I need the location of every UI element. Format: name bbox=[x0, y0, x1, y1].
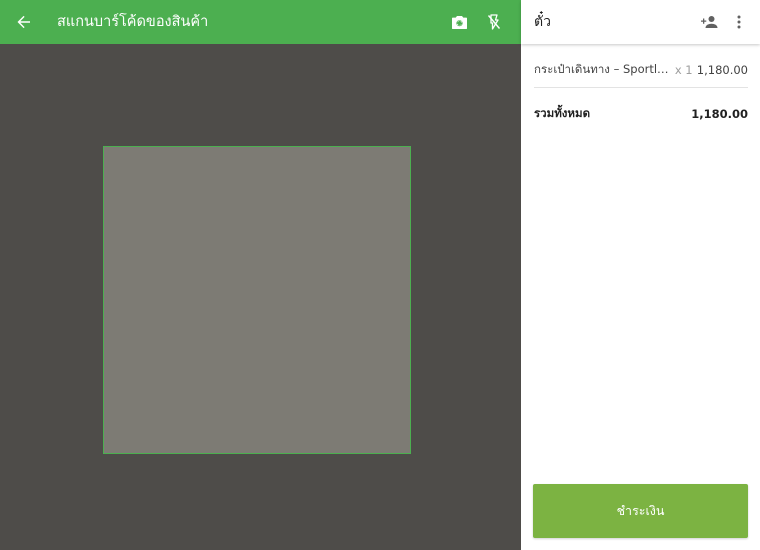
camera-switch-icon bbox=[451, 15, 467, 29]
total-value: 1,180.00 bbox=[691, 107, 748, 121]
flash-toggle-button[interactable] bbox=[476, 0, 512, 44]
barcode-scan-frame bbox=[103, 146, 411, 454]
person-add-icon bbox=[701, 16, 718, 28]
item-quantity: x 1 bbox=[674, 62, 693, 77]
item-name: กระเป๋าเดินทาง – Sportlife... bbox=[534, 61, 671, 76]
ticket-line-item[interactable]: กระเป๋าเดินทาง – Sportlife... x 1 1,180.… bbox=[534, 52, 748, 88]
switch-camera-button[interactable] bbox=[441, 0, 477, 44]
more-options-button[interactable] bbox=[721, 0, 757, 44]
flash-off-icon bbox=[487, 14, 501, 30]
camera-viewfinder bbox=[0, 44, 521, 550]
total-label: รวมทั้งหมด bbox=[534, 106, 591, 120]
ticket-title: ตั๋ว bbox=[534, 14, 551, 30]
ticket-total-row: รวมทั้งหมด 1,180.00 bbox=[534, 98, 748, 130]
item-price: 1,180.00 bbox=[696, 62, 748, 77]
charge-button[interactable]: ชำระเงิน bbox=[533, 484, 748, 538]
arrow-back-icon bbox=[17, 15, 30, 29]
scanner-pane: สแกนบาร์โค้ดของสินค้า bbox=[0, 0, 521, 550]
ticket-toolbar: ตั๋ว bbox=[521, 0, 760, 44]
scanner-toolbar: สแกนบาร์โค้ดของสินค้า bbox=[0, 0, 521, 44]
more-vertical-icon bbox=[737, 15, 741, 29]
back-button[interactable] bbox=[6, 0, 42, 44]
scanner-title: สแกนบาร์โค้ดของสินค้า bbox=[57, 14, 209, 30]
ticket-pane: ตั๋ว กระเป๋าเดินทาง – Sportlife... x 1 1… bbox=[521, 0, 760, 550]
